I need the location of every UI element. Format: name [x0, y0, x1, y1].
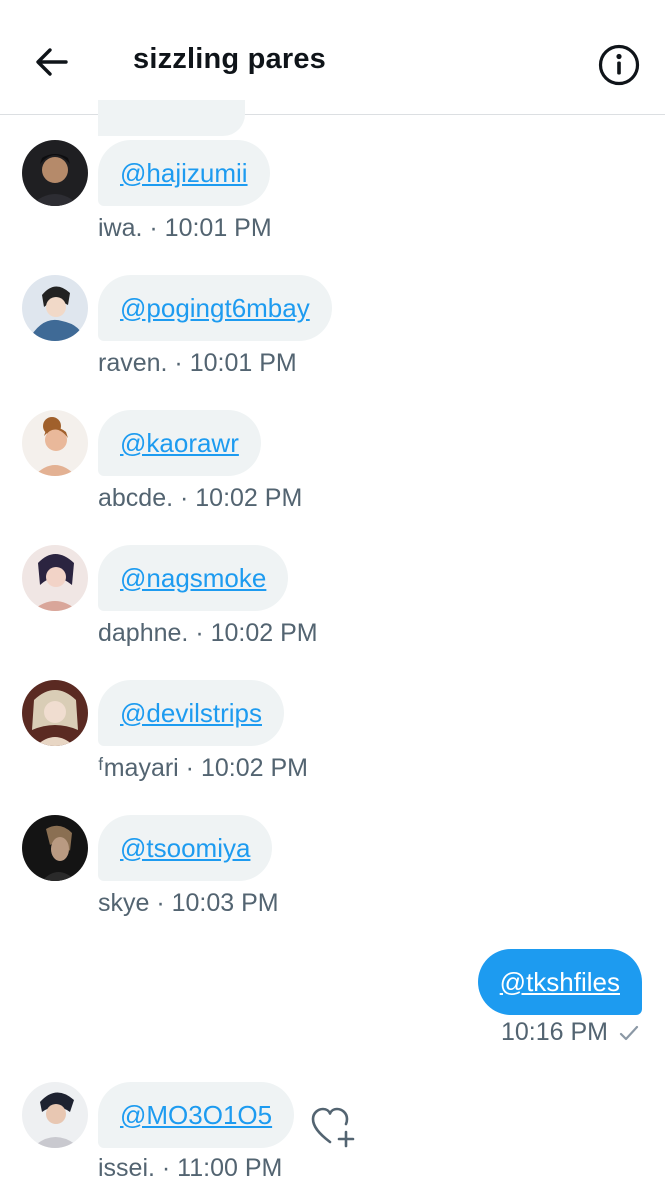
- info-circle-icon: [598, 44, 640, 86]
- conversation-title: sizzling pares: [133, 43, 326, 75]
- heart-add-icon: [311, 1107, 355, 1148]
- avatar[interactable]: [22, 275, 88, 341]
- sent-message-bubble: @tkshfiles: [477, 949, 642, 1015]
- message-item: @kaorawr abcde. · 10:02 PM: [0, 410, 665, 520]
- sent-message-time: 10:16 PM: [500, 1018, 608, 1046]
- sent-message-meta: 10:16 PM: [501, 1018, 640, 1047]
- avatar[interactable]: [22, 140, 88, 206]
- message-bubble: @tsoomiya: [98, 815, 273, 881]
- message-meta: ᶠmayari · 10:02 PM: [98, 754, 308, 782]
- mention-link[interactable]: @MO3O1O5: [120, 1100, 272, 1131]
- mention-link[interactable]: @pogingt6mbay: [120, 293, 310, 324]
- react-button[interactable]: [310, 1106, 358, 1148]
- message-bubble: @devilstrips: [98, 680, 284, 746]
- message-meta: raven. · 10:01 PM: [98, 349, 297, 377]
- avatar[interactable]: [22, 680, 88, 746]
- message-item: @devilstrips ᶠmayari · 10:02 PM: [0, 680, 665, 790]
- avatar[interactable]: [22, 815, 88, 881]
- message-bubble: @hajizumii: [98, 140, 270, 206]
- back-button[interactable]: [30, 40, 74, 84]
- message-meta: skye · 10:03 PM: [98, 889, 279, 917]
- mention-link[interactable]: @tkshfiles: [500, 967, 620, 998]
- avatar[interactable]: [22, 545, 88, 611]
- mention-link[interactable]: @hajizumii: [120, 158, 248, 189]
- message-item: @pogingt6mbay raven. · 10:01 PM: [0, 275, 665, 385]
- message-bubble: @pogingt6mbay: [98, 275, 332, 341]
- message-item: @hajizumii iwa. · 10:01 PM: [0, 140, 665, 250]
- previous-message-bubble: [98, 100, 245, 136]
- message-meta: abcde. · 10:02 PM: [98, 484, 303, 512]
- message-bubble: @MO3O1O5: [98, 1082, 295, 1148]
- info-button[interactable]: [596, 42, 642, 88]
- checkmark-icon: [619, 1025, 639, 1040]
- message-meta: iwa. · 10:01 PM: [98, 214, 272, 242]
- mention-link[interactable]: @tsoomiya: [120, 833, 250, 864]
- message-item: @tsoomiya skye · 10:03 PM: [0, 815, 665, 925]
- mention-link[interactable]: @devilstrips: [120, 698, 262, 729]
- message-bubble: @nagsmoke: [98, 545, 289, 611]
- message-meta: daphne. · 10:02 PM: [98, 619, 318, 647]
- message-bubble: @kaorawr: [98, 410, 261, 476]
- mention-link[interactable]: @kaorawr: [120, 428, 239, 459]
- avatar[interactable]: [22, 410, 88, 476]
- message-item: @nagsmoke daphne. · 10:02 PM: [0, 545, 665, 655]
- conversation-header: sizzling pares: [0, 0, 665, 115]
- mention-link[interactable]: @nagsmoke: [120, 563, 266, 594]
- message-meta: issei. · 11:00 PM: [98, 1154, 283, 1182]
- avatar[interactable]: [22, 1082, 88, 1148]
- arrow-left-icon: [36, 48, 68, 76]
